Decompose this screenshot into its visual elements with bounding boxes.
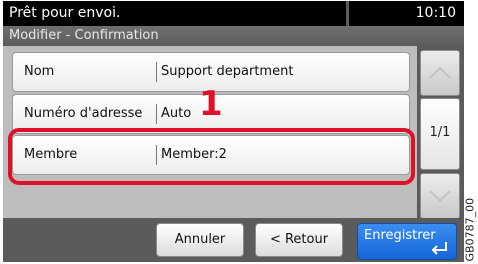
scroll-up-button[interactable] — [420, 50, 460, 96]
screen-title-bar: Modifier - Confirmation — [3, 26, 464, 46]
row-divider — [156, 104, 157, 124]
row-name-label: Nom — [24, 64, 55, 79]
chevron-up-icon — [429, 66, 451, 79]
save-button[interactable]: Enregistrer — [357, 223, 457, 260]
figure-reference-code: GB0787_00 — [463, 197, 477, 262]
back-button[interactable]: < Retour — [255, 223, 343, 257]
enter-return-icon — [431, 242, 447, 255]
row-name-value: Support department — [161, 64, 294, 79]
page-indicator: 1/1 — [429, 125, 451, 140]
bottom-action-bar: Annuler < Retour Enregistrer — [3, 218, 464, 262]
status-message: Prêt pour envoi. — [9, 5, 121, 21]
row-divider — [156, 62, 157, 82]
scroll-down-button[interactable] — [420, 173, 460, 219]
status-divider — [346, 1, 349, 26]
callout-number: 1 — [199, 84, 223, 124]
save-button-label: Enregistrer — [364, 228, 436, 243]
chevron-down-icon — [429, 190, 451, 203]
figure-reference: GB0787_00 — [462, 197, 478, 263]
page-indicator-box: 1/1 — [420, 98, 460, 170]
status-bar: Prêt pour envoi. 10:10 — [3, 1, 464, 26]
highlight-frame — [8, 128, 415, 185]
operation-panel-screen: Prêt pour envoi. 10:10 Modifier - Confir… — [3, 1, 464, 262]
cancel-button[interactable]: Annuler — [156, 223, 244, 257]
clock-time: 10:10 — [415, 5, 456, 21]
screen-title: Modifier - Confirmation — [9, 28, 159, 43]
scroll-controls: 1/1 — [417, 46, 464, 219]
